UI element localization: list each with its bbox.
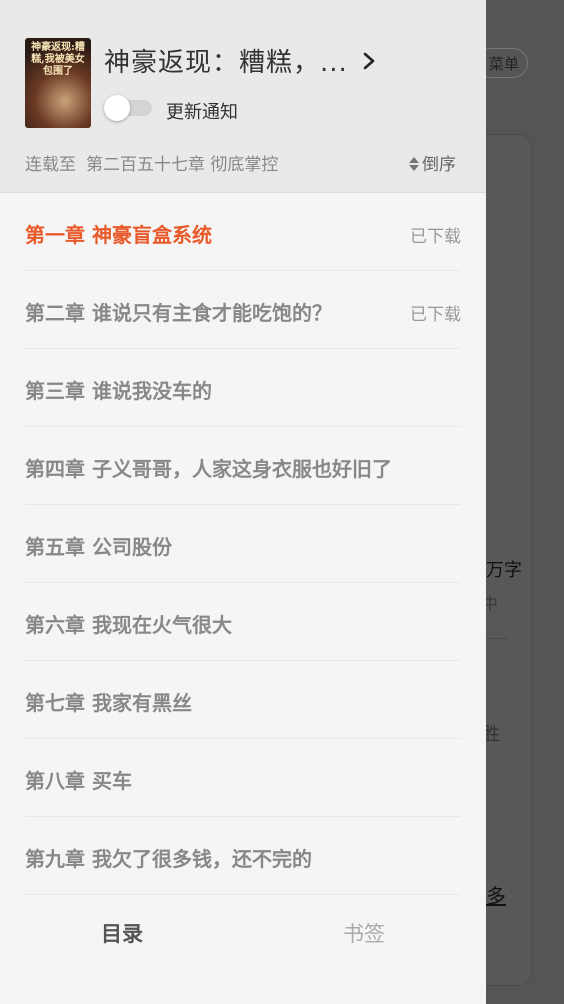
chapter-title: 第六章 我现在火气很大 [25,613,232,637]
update-notification-toggle[interactable] [104,95,152,121]
background-link[interactable]: 多 [486,880,506,909]
chapter-title: 第五章 公司股份 [25,535,172,559]
serial-status: 连载至 第二百五十七章 彻底掌控 [25,150,278,175]
chapter-row[interactable]: 第一章 神豪盲盒系统 已下载 [25,193,461,271]
book-cover[interactable]: 神豪返现:糟糕,我被美女包围了 [25,38,91,128]
download-status: 已下载 [410,305,461,325]
chapter-row[interactable]: 第八章 买车 [25,739,461,817]
background-text: 胜 [486,724,500,745]
sort-label: 倒序 [422,155,456,175]
chapter-title: 第八章 买车 [25,769,132,793]
chapter-row[interactable]: 第三章 谁说我没车的 [25,349,461,427]
chapter-title: 第一章 神豪盲盒系统 [25,223,212,247]
tab-toc[interactable]: 目录 [101,918,143,948]
sort-button[interactable]: 倒序 [408,150,456,175]
toggle-knob [104,95,130,121]
sort-icon [409,157,419,171]
book-header: 神豪返现:糟糕,我被美女包围了 神豪返现：糟糕，... 更新通知 连载至 第二百五… [0,0,486,193]
chapter-title: 第二章 谁说只有主食才能吃饱的？ [25,301,332,325]
chapter-row[interactable]: 第四章 子义哥哥，人家这身衣服也好旧了 [25,427,461,505]
cover-title: 神豪返现:糟糕,我被美女包围了 [31,42,85,77]
background-text: 中 [486,594,499,613]
chapter-row[interactable]: 第五章 公司股份 [25,505,461,583]
chapter-row[interactable]: 第六章 我现在火气很大 [25,583,461,661]
chapter-title: 第九章 我欠了很多钱，还不完的 [25,847,312,871]
menu-button[interactable]: 菜单 [486,48,528,78]
book-title[interactable]: 神豪返现：糟糕，... [104,42,348,79]
latest-chapter: 第二百五十七章 彻底掌控 [86,155,279,175]
serial-prefix: 连载至 [25,155,76,175]
update-notification-label: 更新通知 [166,102,238,123]
bottom-tabs: 目录 书签 [0,898,486,968]
background-page: 菜单 万字 中 胜 多 [486,0,564,1004]
chevron-right-icon[interactable] [358,50,380,72]
background-text: 万字 [486,560,522,581]
chapter-drawer: 神豪返现:糟糕,我被美女包围了 神豪返现：糟糕，... 更新通知 连载至 第二百五… [0,0,486,1004]
chapter-title: 第七章 我家有黑丝 [25,691,192,715]
chapter-row[interactable]: 第二章 谁说只有主食才能吃饱的？ 已下载 [25,271,461,349]
chapter-row[interactable]: 第九章 我欠了很多钱，还不完的 [25,817,461,895]
chapter-title: 第三章 谁说我没车的 [25,379,212,403]
download-status: 已下载 [410,227,461,247]
divider [486,638,508,639]
chapter-title: 第四章 子义哥哥，人家这身衣服也好旧了 [25,457,392,481]
chapter-row[interactable]: 第七章 我家有黑丝 [25,661,461,739]
chapter-list: 第一章 神豪盲盒系统 已下载 第二章 谁说只有主食才能吃饱的？ 已下载 第三章 谁说我没… [25,193,461,895]
tab-bookmark[interactable]: 书签 [343,918,385,948]
